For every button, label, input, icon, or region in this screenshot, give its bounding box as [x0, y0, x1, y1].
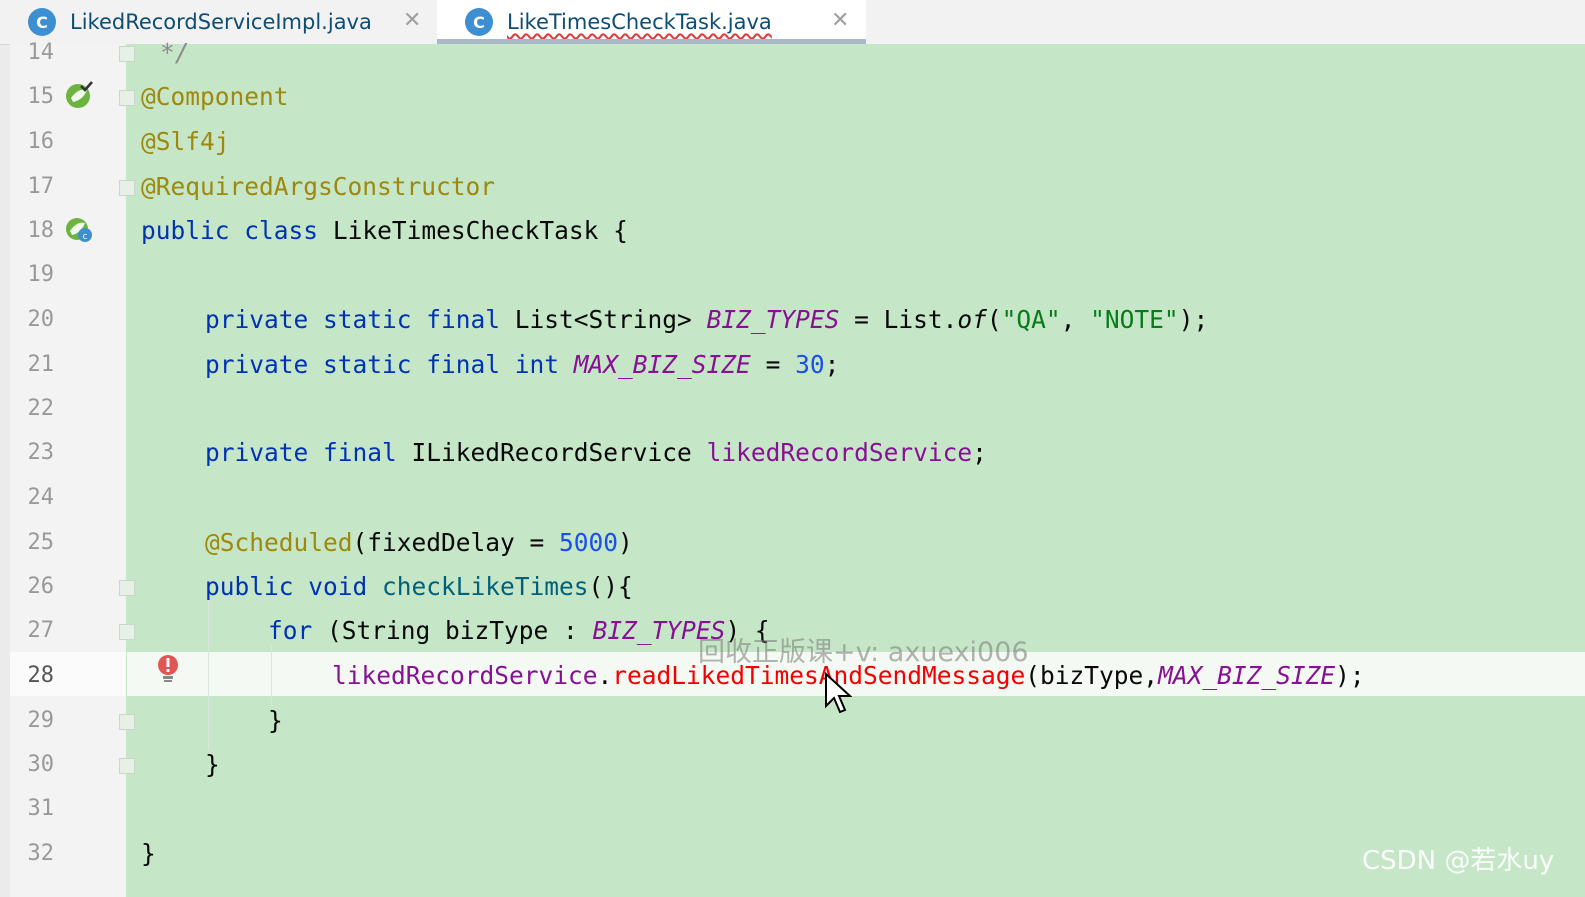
error-bulb-icon[interactable] — [155, 654, 181, 686]
line-number: 16 — [27, 129, 55, 154]
line-number: 29 — [27, 708, 55, 733]
fold-marker[interactable] — [119, 180, 135, 196]
editor-left-edge — [0, 44, 10, 897]
line-number-current: 28 — [27, 663, 55, 688]
line-number: 31 — [27, 796, 55, 821]
editor-tab-bar: C LikedRecordServiceImpl.java ✕ C LikeTi… — [0, 0, 1585, 45]
csdn-watermark: CSDN @若水uy — [1362, 846, 1555, 876]
spring-bean-class-icon[interactable]: c — [63, 214, 95, 246]
tab-label: LikeTimesCheckTask.java — [507, 10, 772, 34]
code-line-29: } — [268, 706, 283, 735]
line-number: 19 — [27, 262, 55, 287]
code-line-21: private static final int MAX_BIZ_SIZE = … — [205, 350, 840, 379]
line-number: 24 — [27, 485, 55, 510]
fold-marker[interactable] — [119, 714, 135, 730]
code-line-32: } — [141, 839, 156, 868]
fold-marker[interactable] — [119, 46, 135, 62]
mouse-cursor-icon — [825, 672, 852, 714]
code-line-16: @Slf4j — [141, 127, 230, 156]
fold-marker[interactable] — [119, 580, 135, 596]
line-number: 25 — [27, 530, 55, 555]
line-number: 23 — [27, 440, 55, 465]
code-line-18: public class LikeTimesCheckTask { — [141, 216, 628, 245]
line-number: 26 — [27, 574, 55, 599]
code-line-30: } — [205, 750, 220, 779]
line-number: 14 — [27, 40, 55, 65]
code-line-26: public void checkLikeTimes(){ — [205, 572, 633, 601]
line-number: 32 — [27, 841, 55, 866]
code-line-20: private static final List<String> BIZ_TY… — [205, 305, 1209, 334]
fold-marker[interactable] — [119, 90, 135, 106]
code-line-14: */ — [160, 38, 190, 67]
close-icon[interactable]: ✕ — [403, 8, 421, 33]
code-line-27: for (String bizType : BIZ_TYPES) { — [268, 616, 770, 645]
indent-guide — [271, 645, 272, 705]
line-number: 15 — [27, 84, 55, 109]
fold-marker[interactable] — [119, 624, 135, 640]
java-class-icon: C — [28, 8, 56, 36]
java-class-icon: C — [465, 8, 493, 36]
line-number: 18 — [27, 218, 55, 243]
tab-like-times-check-task[interactable]: C LikeTimesCheckTask.java ✕ — [437, 0, 866, 44]
tab-liked-record-service-impl[interactable]: C LikedRecordServiceImpl.java ✕ — [0, 0, 437, 44]
spring-bean-icon[interactable] — [63, 80, 95, 112]
watermark-text: 回收正版课+v: axuexi006 — [698, 637, 1029, 668]
code-line-15: @Component — [141, 82, 289, 111]
code-line-25: @Scheduled(fixedDelay = 5000) — [205, 528, 633, 557]
line-number: 22 — [27, 396, 55, 421]
fold-marker[interactable] — [119, 758, 135, 774]
code-line-23: private final ILikedRecordService likedR… — [205, 438, 987, 467]
indent-guide — [208, 600, 209, 750]
tab-label: LikedRecordServiceImpl.java — [70, 10, 372, 34]
line-number: 17 — [27, 174, 55, 199]
svg-text:c: c — [83, 232, 88, 242]
code-line-17: @RequiredArgsConstructor — [141, 172, 496, 201]
line-number: 20 — [27, 307, 55, 332]
close-icon[interactable]: ✕ — [831, 8, 849, 33]
line-number: 27 — [27, 618, 55, 643]
line-number: 21 — [27, 352, 55, 377]
line-number: 30 — [27, 752, 55, 777]
